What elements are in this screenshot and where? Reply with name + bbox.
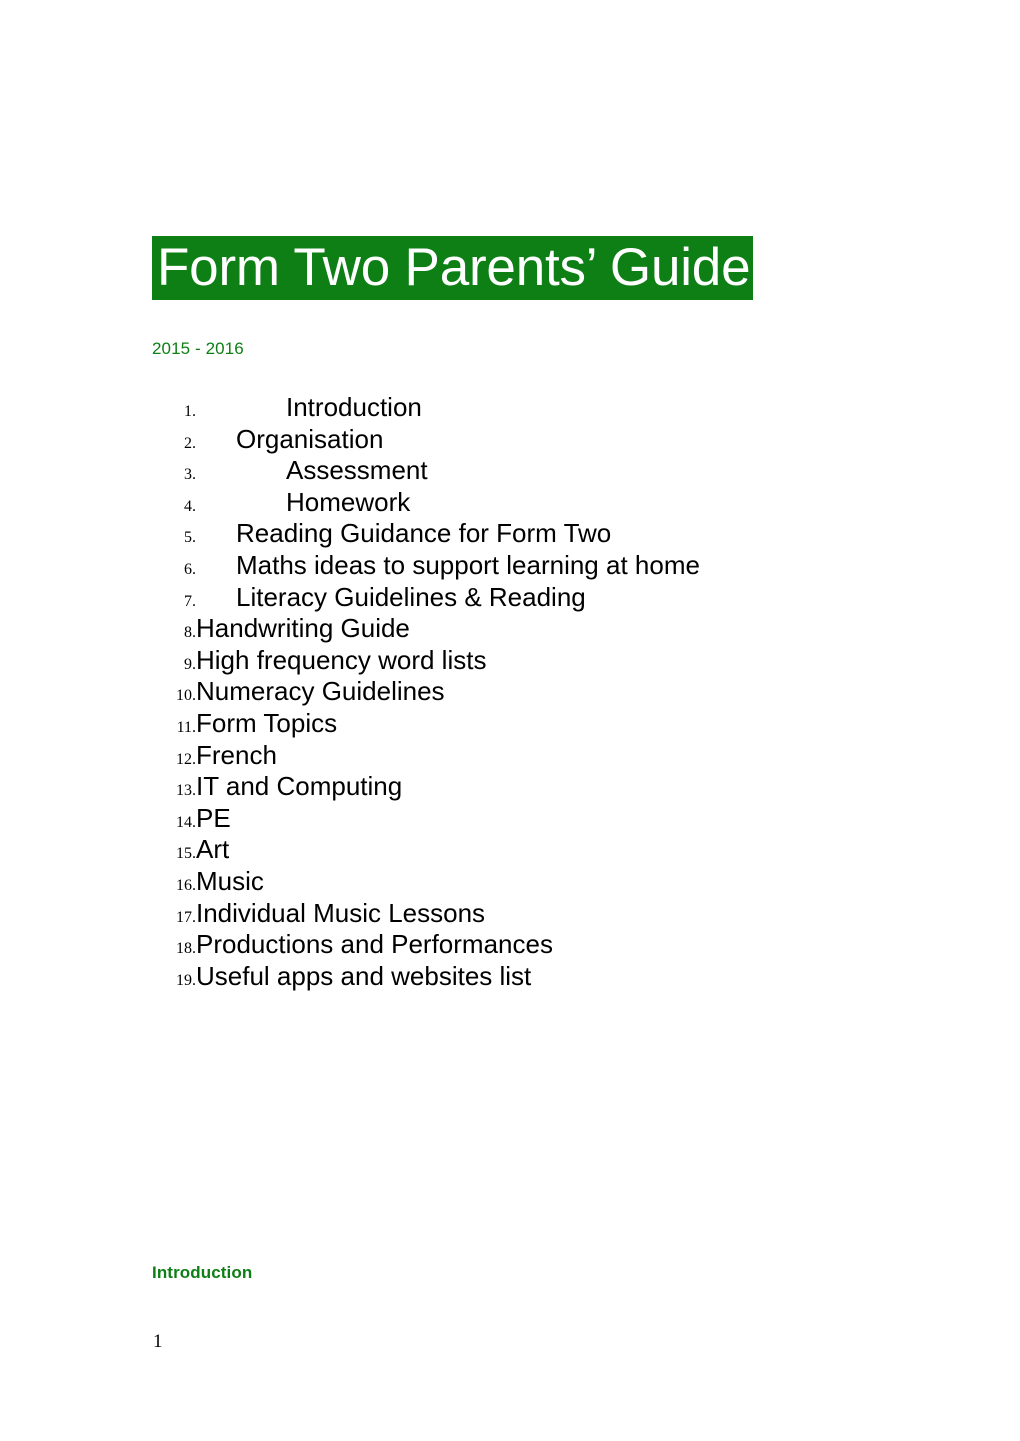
toc-item-label: Handwriting Guide bbox=[196, 613, 410, 644]
toc-item-number: 3. bbox=[184, 466, 196, 484]
toc-item-label: Useful apps and websites list bbox=[196, 960, 532, 991]
toc-item[interactable]: 4. Homework bbox=[152, 487, 912, 519]
toc-item[interactable]: 12. French bbox=[152, 740, 912, 772]
toc-item-label: Art bbox=[196, 834, 230, 865]
toc-item-label: Assessment bbox=[286, 455, 428, 486]
toc-item-label: Form Topics bbox=[196, 707, 338, 738]
toc-item-number: 19. bbox=[176, 971, 196, 989]
toc-item[interactable]: 10. Numeracy Guidelines bbox=[152, 676, 912, 708]
toc-item-label: Maths ideas to support learning at home bbox=[236, 549, 700, 580]
table-of-contents: 1. Introduction 2. Organisation 3. Assessment… bbox=[152, 392, 912, 992]
toc-item[interactable]: 9. High frequency word lists bbox=[152, 645, 912, 677]
toc-item-number: 18. bbox=[176, 940, 196, 958]
toc-item-label: Individual Music Lessons bbox=[196, 897, 486, 928]
toc-item-label: Literacy Guidelines & Reading bbox=[236, 581, 586, 612]
toc-item-number: 5. bbox=[184, 529, 196, 547]
toc-item-number: 15. bbox=[176, 845, 196, 863]
toc-item-number: 17. bbox=[176, 908, 196, 926]
toc-item-number: 13. bbox=[176, 782, 196, 800]
toc-item[interactable]: 8. Handwriting Guide bbox=[152, 613, 912, 645]
toc-item-label: Introduction bbox=[286, 392, 422, 422]
toc-item-number: 2. bbox=[184, 434, 196, 452]
toc-item-number: 6. bbox=[184, 560, 196, 578]
toc-item[interactable]: 2. Organisation bbox=[152, 424, 912, 456]
toc-item-label: Music bbox=[196, 865, 264, 896]
toc-item-label: High frequency word lists bbox=[196, 644, 487, 675]
toc-item[interactable]: 13. IT and Computing bbox=[152, 771, 912, 803]
toc-item-label: PE bbox=[196, 802, 231, 833]
toc-item-number: 9. bbox=[184, 655, 196, 673]
toc-item[interactable]: 11. Form Topics bbox=[152, 708, 912, 740]
toc-item[interactable]: 16. Music bbox=[152, 866, 912, 898]
toc-item-number: 1. bbox=[184, 403, 196, 420]
toc-item-label: Organisation bbox=[236, 423, 384, 454]
toc-item-number: 12. bbox=[176, 750, 196, 768]
toc-item-label: Numeracy Guidelines bbox=[196, 676, 445, 707]
toc-item[interactable]: 19. Useful apps and websites list bbox=[152, 961, 912, 993]
toc-item-label: Homework bbox=[286, 486, 411, 517]
toc-item-number: 10. bbox=[176, 687, 196, 705]
toc-item-label: IT and Computing bbox=[196, 771, 403, 802]
toc-item[interactable]: 6. Maths ideas to support learning at hom… bbox=[152, 550, 912, 582]
toc-item-number: 7. bbox=[184, 592, 196, 610]
toc-item[interactable]: 17. Individual Music Lessons bbox=[152, 898, 912, 930]
document-page: Form Two Parents’ Guide 2015 - 2016 1. In… bbox=[0, 0, 1020, 1441]
toc-item-number: 14. bbox=[176, 813, 196, 831]
page-title: Form Two Parents’ Guide bbox=[152, 235, 754, 300]
toc-item[interactable]: 1. Introduction bbox=[152, 392, 912, 424]
toc-item-number: 8. bbox=[184, 624, 196, 642]
toc-item-number: 4. bbox=[184, 497, 196, 515]
title-block: Form Two Parents’ Guide 2015 - 2016 bbox=[152, 200, 754, 360]
section-heading-introduction: Introduction bbox=[152, 1263, 253, 1282]
document-year-range: 2015 - 2016 bbox=[152, 339, 244, 358]
toc-item[interactable]: 7. Literacy Guidelines & Reading bbox=[152, 582, 912, 614]
toc-item-number: 16. bbox=[176, 876, 196, 894]
toc-item-label: Reading Guidance for Form Two bbox=[236, 518, 612, 549]
toc-item[interactable]: 3. Assessment bbox=[152, 455, 912, 487]
toc-item[interactable]: 5. Reading Guidance for Form Two bbox=[152, 518, 912, 550]
page-number: 1 bbox=[153, 1331, 163, 1352]
toc-item[interactable]: 14. PE bbox=[152, 803, 912, 835]
toc-item-number: 11. bbox=[176, 718, 196, 736]
toc-item-label: French bbox=[196, 739, 277, 770]
toc-item[interactable]: 15. Art bbox=[152, 834, 912, 866]
toc-item-label: Productions and Performances bbox=[196, 929, 553, 960]
toc-item[interactable]: 18. Productions and Performances bbox=[152, 929, 912, 961]
